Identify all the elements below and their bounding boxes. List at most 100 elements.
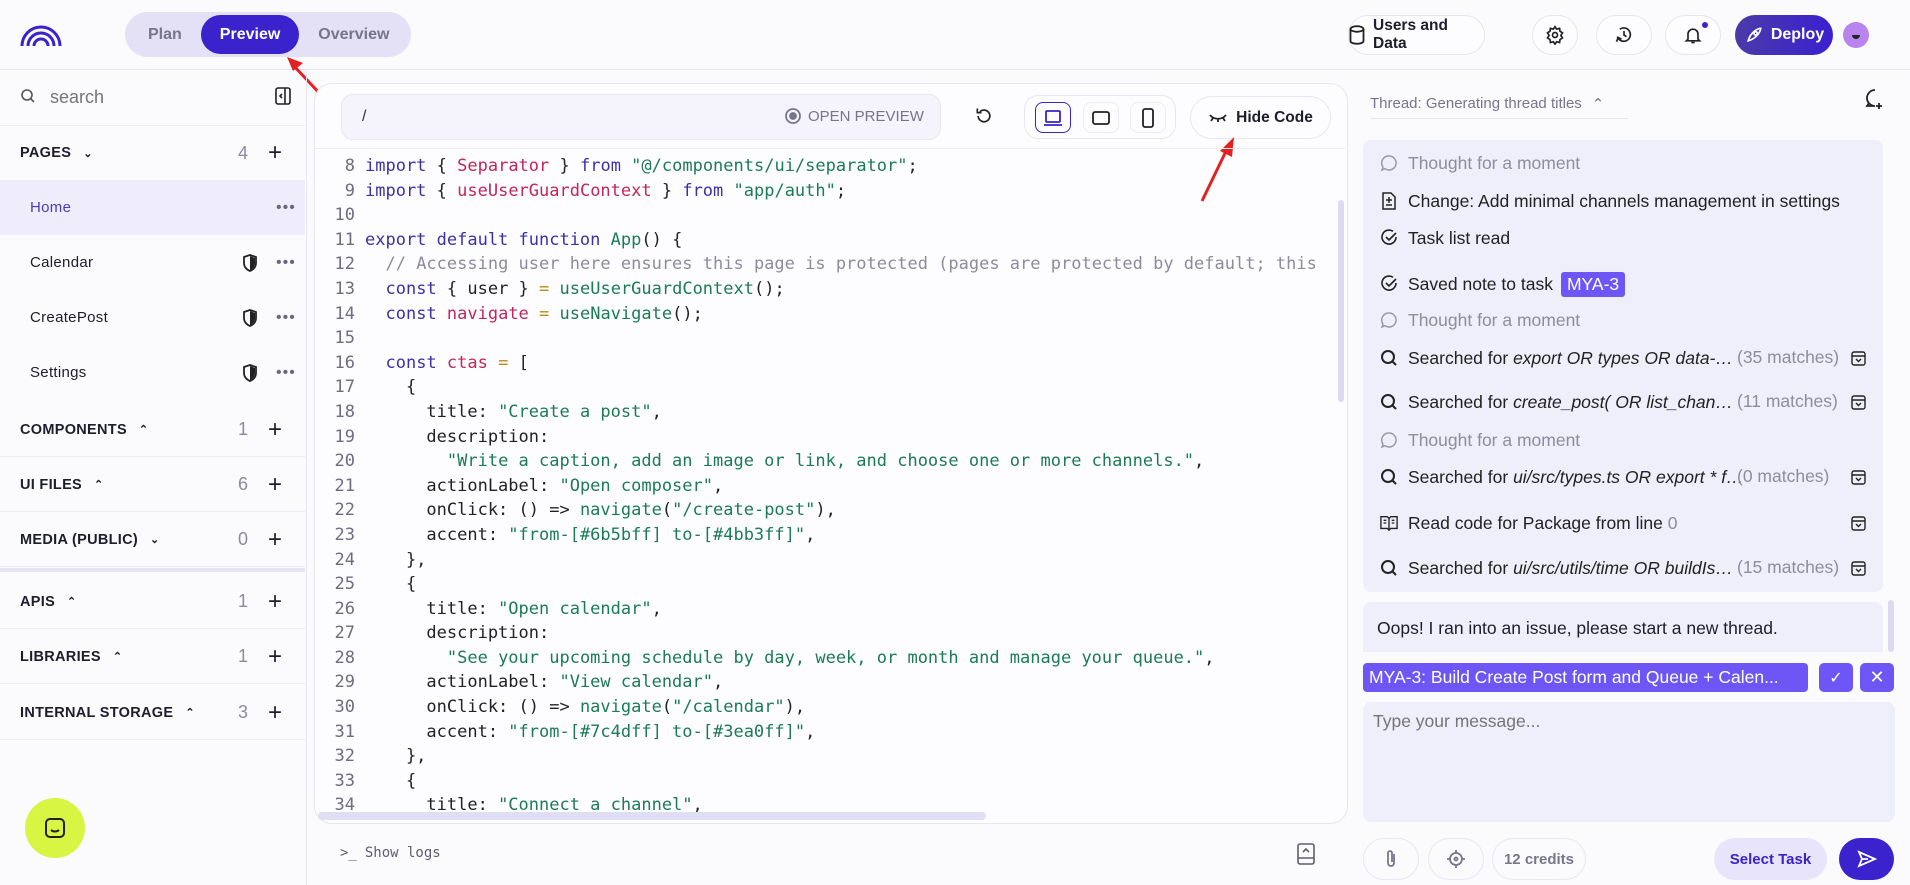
sidebar-page-calendar[interactable]: Calendar ••• <box>0 235 305 290</box>
gear-icon <box>1545 25 1565 45</box>
section-apis[interactable]: APIS ⌃ 1 + <box>0 575 305 629</box>
chat-scrollbar[interactable] <box>1888 600 1894 652</box>
search-input[interactable] <box>50 80 250 114</box>
select-element-button[interactable] <box>1428 838 1484 880</box>
sidebar-page-settings[interactable]: Settings ••• <box>0 345 305 400</box>
activity-text: Saved note to task <box>1408 274 1553 295</box>
code-token: { <box>365 574 417 595</box>
section-components[interactable]: COMPONENTS ⌃ 1 + <box>0 403 305 457</box>
code-token: }, <box>365 549 427 570</box>
line-number: 31 <box>334 721 355 742</box>
code-token: onClick: () => <box>365 697 580 718</box>
add-icon[interactable]: + <box>268 527 282 552</box>
users-and-data-button[interactable]: Users and Data <box>1348 15 1485 55</box>
tab-plan[interactable]: Plan <box>129 15 201 54</box>
expand-logs-icon[interactable] <box>1297 843 1315 865</box>
section-pages[interactable]: PAGES ⌄ 4 + <box>0 126 305 180</box>
code-token: , <box>805 524 816 545</box>
refresh-icon[interactable] <box>974 106 994 126</box>
horizontal-scrollbar[interactable] <box>318 812 986 820</box>
match-count: (15 matches) <box>1737 557 1840 577</box>
section-media-public-[interactable]: MEDIA (PUBLIC) ⌄ 0 + <box>0 513 305 567</box>
code-token: { user } <box>436 278 540 299</box>
code-line: 30 onClick: () => navigate("/calendar"), <box>315 695 1335 720</box>
add-icon[interactable]: + <box>268 700 282 725</box>
add-icon[interactable]: + <box>268 644 282 669</box>
task-badge[interactable]: MYA-3 <box>1560 271 1626 297</box>
tab-preview[interactable]: Preview <box>200 15 300 54</box>
add-icon[interactable]: + <box>268 417 282 442</box>
expand-icon[interactable] <box>1851 351 1866 366</box>
code-token: import <box>365 156 427 176</box>
code-editor[interactable]: 8 import { Separator } from "@/components… <box>315 154 1335 814</box>
avatar[interactable] <box>1843 22 1869 48</box>
code-token: actionLabel: <box>365 672 560 693</box>
code-token: { <box>426 180 458 201</box>
vertical-scrollbar[interactable] <box>1338 200 1344 402</box>
activity-item: Searched for create_post( OR list_chan… <box>1380 389 1733 415</box>
show-logs-label: Show logs <box>364 845 441 861</box>
deploy-button[interactable]: Deploy <box>1735 15 1833 55</box>
deploy-label: Deploy <box>1770 26 1825 43</box>
selected-task-chip[interactable]: MYA-3: Build Create Post form and Queue … <box>1363 663 1808 692</box>
page-label: Calendar <box>30 254 94 271</box>
code-token: useNavigate <box>549 303 673 324</box>
sidebar-page-createpost[interactable]: CreatePost ••• <box>0 290 305 345</box>
url-bar[interactable]: / OPEN PREVIEW <box>341 94 941 140</box>
send-button[interactable] <box>1839 838 1894 880</box>
code-token: , <box>651 401 662 422</box>
activity-item: Saved note to task MYA-3 <box>1380 271 1626 297</box>
confirm-task-button[interactable]: ✓ <box>1819 663 1853 692</box>
collapse-sidebar-icon[interactable] <box>275 87 291 105</box>
code-token: navigate <box>579 697 662 718</box>
add-icon[interactable]: + <box>268 472 282 497</box>
more-options-icon[interactable]: ••• <box>276 309 296 327</box>
more-options-icon[interactable]: ••• <box>276 364 296 382</box>
section-label: INTERNAL STORAGE <box>20 704 174 721</box>
section-libraries[interactable]: LIBRARIES ⌃ 1 + <box>0 630 305 684</box>
activity-item: Searched for export OR types OR data-… <box>1380 345 1733 371</box>
message-input[interactable] <box>1363 702 1895 822</box>
select-task-button[interactable]: Select Task <box>1714 838 1827 880</box>
chevron-up-icon: ⌃ <box>138 424 149 436</box>
code-line: 23 accent: "from-[#6b5bff] to-[#4bb3ff]"… <box>315 523 1335 548</box>
settings-button[interactable] <box>1532 15 1578 55</box>
expand-icon[interactable] <box>1851 470 1866 485</box>
sidebar-page-home[interactable]: Home ••• <box>0 180 305 235</box>
support-chat-button[interactable] <box>25 798 85 858</box>
hide-code-button[interactable]: Hide Code <box>1190 96 1331 139</box>
expand-icon[interactable] <box>1851 516 1866 531</box>
mobile-view-button[interactable] <box>1130 102 1166 133</box>
code-token: ( <box>661 500 673 521</box>
remove-task-button[interactable]: ✕ <box>1860 663 1894 692</box>
expand-icon[interactable] <box>1851 561 1866 576</box>
show-logs-button[interactable]: >_ Show logs <box>340 845 441 861</box>
tab-overview[interactable]: Overview <box>299 15 408 54</box>
section-ui-files[interactable]: UI FILES ⌃ 6 + <box>0 458 305 512</box>
history-button[interactable] <box>1596 15 1652 55</box>
open-preview-button[interactable]: OPEN PREVIEW <box>784 107 924 125</box>
expand-icon[interactable] <box>1851 395 1866 410</box>
add-icon[interactable]: + <box>268 141 282 165</box>
more-options-icon[interactable]: ••• <box>276 254 296 272</box>
code-line: 24 }, <box>315 548 1335 573</box>
activity-label: Searched for <box>1408 391 1509 412</box>
activity-text: Thought for a moment <box>1408 430 1580 451</box>
add-icon[interactable]: + <box>268 589 282 614</box>
section-internal-storage[interactable]: INTERNAL STORAGE ⌃ 3 + <box>0 686 305 740</box>
code-token: ctas <box>446 352 488 373</box>
activity-label: Read code for Package from line <box>1408 512 1663 533</box>
desktop-view-button[interactable] <box>1035 102 1071 133</box>
line-number: 24 <box>334 549 355 570</box>
chevron-up-icon: ⌃ <box>112 651 123 663</box>
thread-selector[interactable]: Thread: Generating thread titles ⌃ <box>1370 89 1628 119</box>
thought-icon <box>1380 154 1398 172</box>
attach-button[interactable] <box>1363 838 1419 880</box>
new-thread-icon[interactable] <box>1864 88 1886 110</box>
notifications-button[interactable] <box>1665 15 1721 55</box>
tablet-view-button[interactable] <box>1083 102 1119 133</box>
code-token: accent: <box>365 721 509 742</box>
more-options-icon[interactable]: ••• <box>276 199 296 217</box>
code-token: "See your upcoming schedule by day, week… <box>446 647 1205 668</box>
